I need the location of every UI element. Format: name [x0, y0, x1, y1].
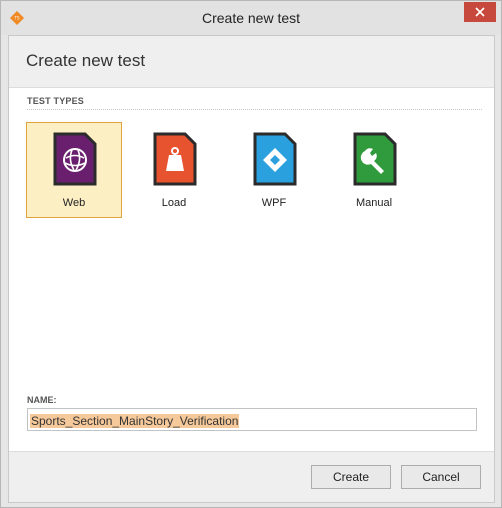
name-value: Sports_Section_MainStory_Verification — [30, 414, 240, 428]
dialog-title: Create new test — [26, 51, 146, 70]
test-type-wpf[interactable]: WPF — [226, 122, 322, 218]
wrench-icon — [353, 132, 397, 186]
test-type-label: Manual — [355, 197, 393, 209]
section-divider — [27, 109, 482, 110]
close-icon — [475, 7, 485, 17]
test-type-load[interactable]: Load — [126, 122, 222, 218]
dialog-window: TS Create new test Create new test TEST … — [0, 0, 502, 508]
test-type-label: Load — [161, 197, 187, 209]
diamond-icon — [253, 132, 297, 186]
test-type-label: Web — [62, 197, 86, 209]
name-input[interactable]: Sports_Section_MainStory_Verification — [27, 408, 477, 431]
globe-icon — [53, 132, 97, 186]
dialog-footer: Create Cancel — [9, 451, 494, 502]
title-bar[interactable]: TS Create new test — [1, 1, 501, 35]
window-title: Create new test — [201, 10, 301, 26]
close-button[interactable] — [464, 2, 496, 22]
test-type-label: WPF — [261, 197, 287, 209]
test-types-label: TEST TYPES — [27, 96, 85, 106]
dialog-body: Create new test TEST TYPES Web Load WPF … — [8, 35, 495, 503]
create-button[interactable]: Create — [311, 465, 391, 489]
name-label: NAME: — [27, 395, 57, 405]
test-type-web[interactable]: Web — [26, 122, 122, 218]
dialog-header: Create new test — [9, 36, 494, 88]
cancel-button[interactable]: Cancel — [401, 465, 481, 489]
weight-icon — [153, 132, 197, 186]
test-type-manual[interactable]: Manual — [326, 122, 422, 218]
